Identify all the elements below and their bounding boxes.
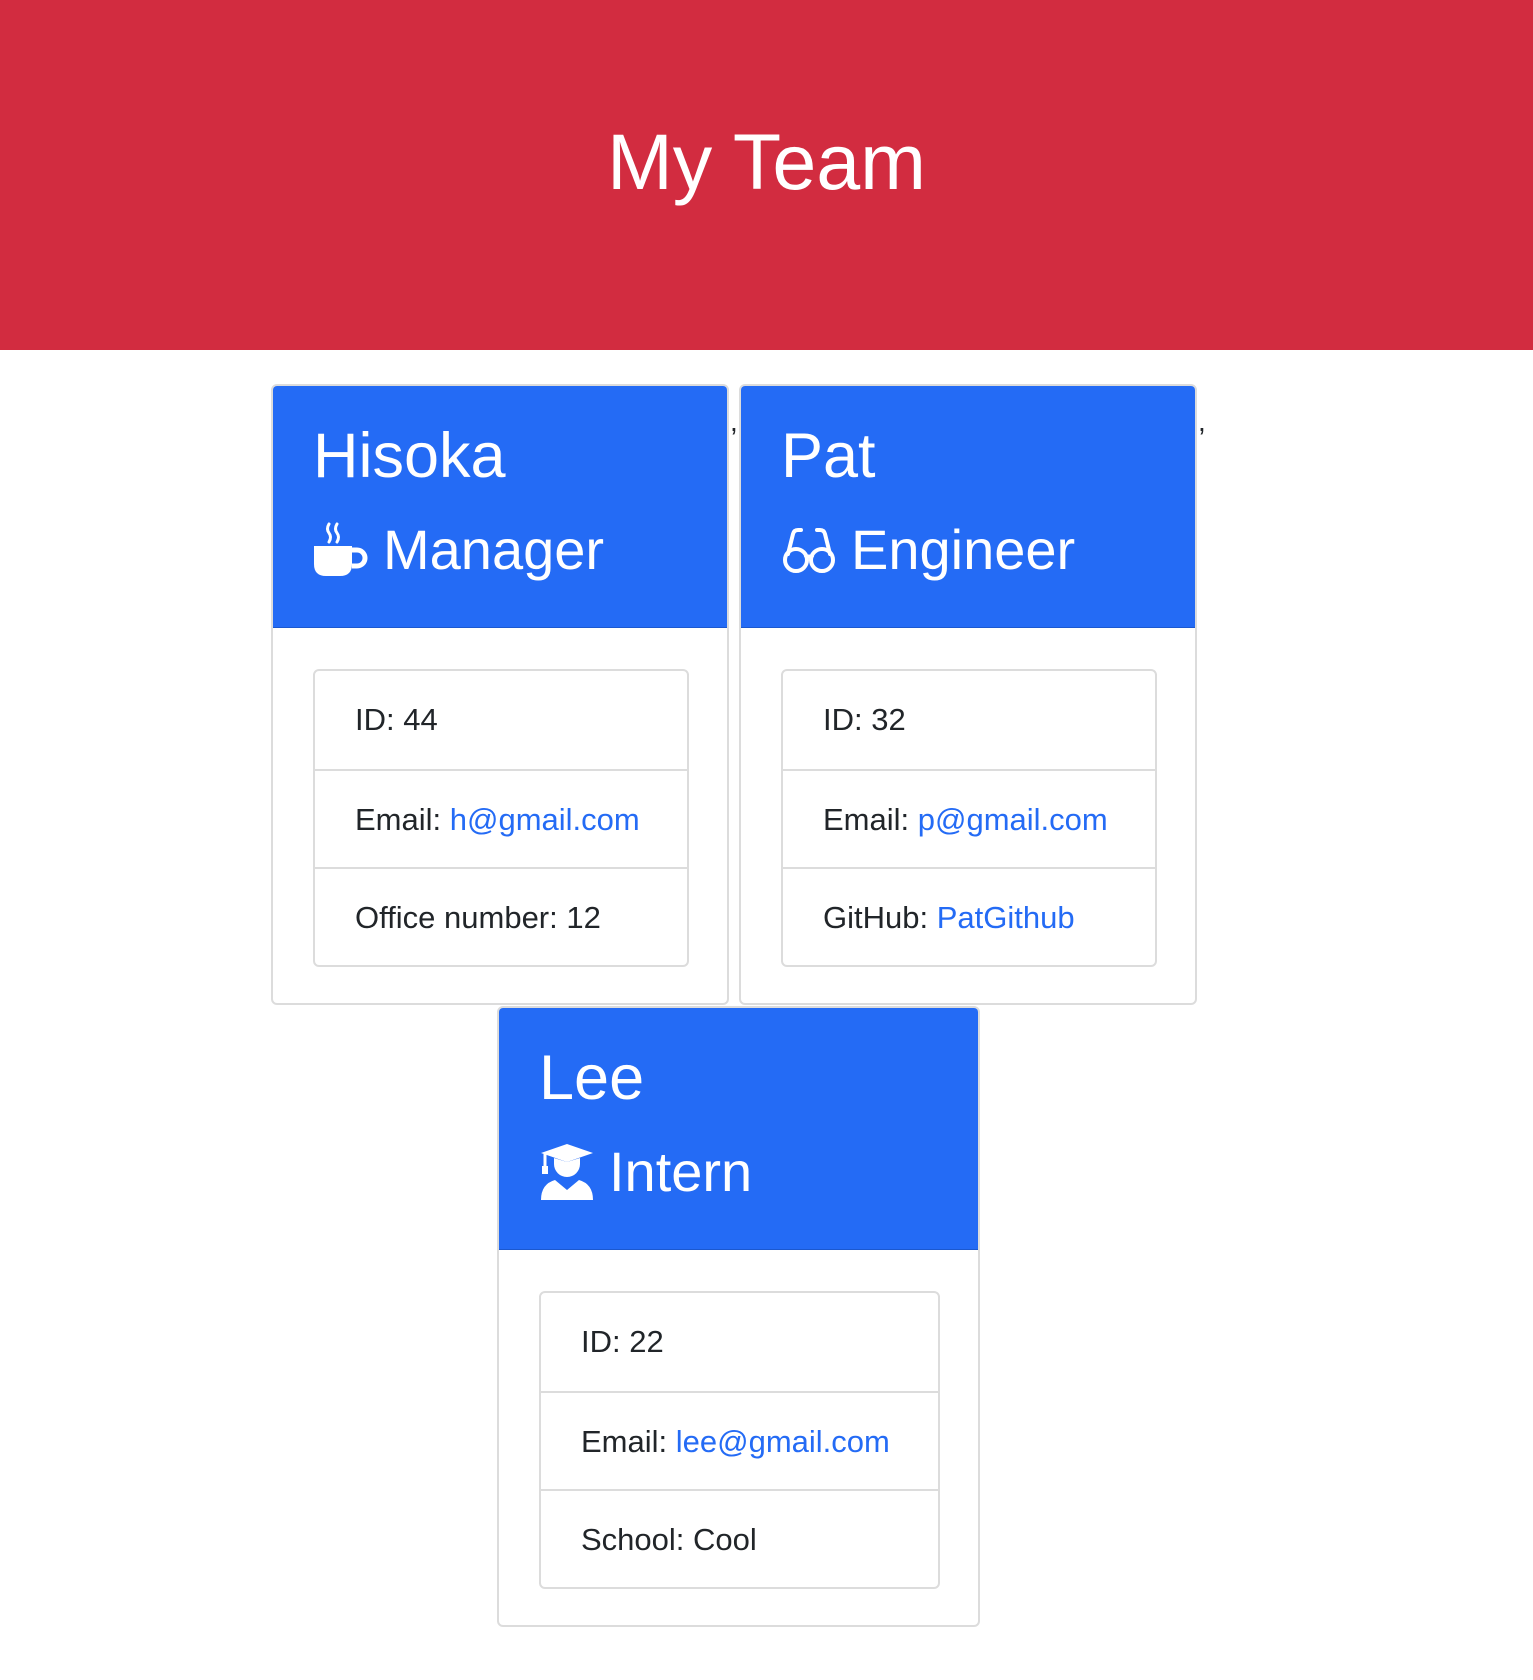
role-label: Manager bbox=[383, 518, 605, 581]
team-member-card-engineer: Pat Engineer ID: 32 Email: p@gmail.com G… bbox=[739, 384, 1197, 1005]
page-header: My Team bbox=[0, 0, 1533, 350]
member-details-list: ID: 22 Email: lee@gmail.com School: Cool bbox=[539, 1291, 940, 1589]
member-role: Intern bbox=[537, 1136, 752, 1208]
role-label: Engineer bbox=[851, 518, 1076, 581]
email-link[interactable]: h@gmail.com bbox=[450, 802, 640, 837]
member-details-list: ID: 32 Email: p@gmail.com GitHub: PatGit… bbox=[781, 669, 1157, 967]
card-header: Hisoka Manager bbox=[273, 386, 727, 628]
member-school: School: Cool bbox=[541, 1489, 938, 1587]
role-label: Intern bbox=[609, 1140, 753, 1203]
member-role: Manager bbox=[311, 514, 604, 586]
member-name: Lee bbox=[539, 1043, 645, 1113]
member-id: ID: 32 bbox=[823, 702, 906, 737]
member-role: Engineer bbox=[779, 514, 1075, 586]
card-header: Lee Intern bbox=[499, 1008, 978, 1250]
team-member-card-intern: Lee Intern ID: 22 Email: lee@gmail.com S… bbox=[497, 1006, 980, 1627]
user-graduate-icon bbox=[537, 1142, 597, 1202]
email-link[interactable]: p@gmail.com bbox=[918, 802, 1108, 837]
team-member-card-manager: Hisoka Manager ID: 44 Email: h@gmail.com… bbox=[271, 384, 729, 1005]
member-email: Email: p@gmail.com bbox=[783, 769, 1155, 867]
email-link[interactable]: lee@gmail.com bbox=[676, 1424, 890, 1459]
glasses-icon bbox=[779, 520, 839, 580]
member-name: Pat bbox=[781, 421, 876, 491]
member-email: Email: h@gmail.com bbox=[315, 769, 687, 867]
member-id: ID: 44 bbox=[355, 702, 438, 737]
github-link[interactable]: PatGithub bbox=[937, 900, 1075, 935]
member-details-list: ID: 44 Email: h@gmail.com Office number:… bbox=[313, 669, 689, 967]
member-name: Hisoka bbox=[313, 421, 506, 491]
mug-hot-icon bbox=[311, 520, 371, 580]
member-email: Email: lee@gmail.com bbox=[541, 1391, 938, 1489]
member-id: ID: 22 bbox=[581, 1324, 664, 1359]
separator-comma: , bbox=[730, 406, 738, 437]
member-office-number: Office number: 12 bbox=[315, 867, 687, 965]
separator-comma: , bbox=[1198, 406, 1206, 437]
member-github: GitHub: PatGithub bbox=[783, 867, 1155, 965]
card-header: Pat Engineer bbox=[741, 386, 1195, 628]
page-title: My Team bbox=[606, 117, 926, 206]
